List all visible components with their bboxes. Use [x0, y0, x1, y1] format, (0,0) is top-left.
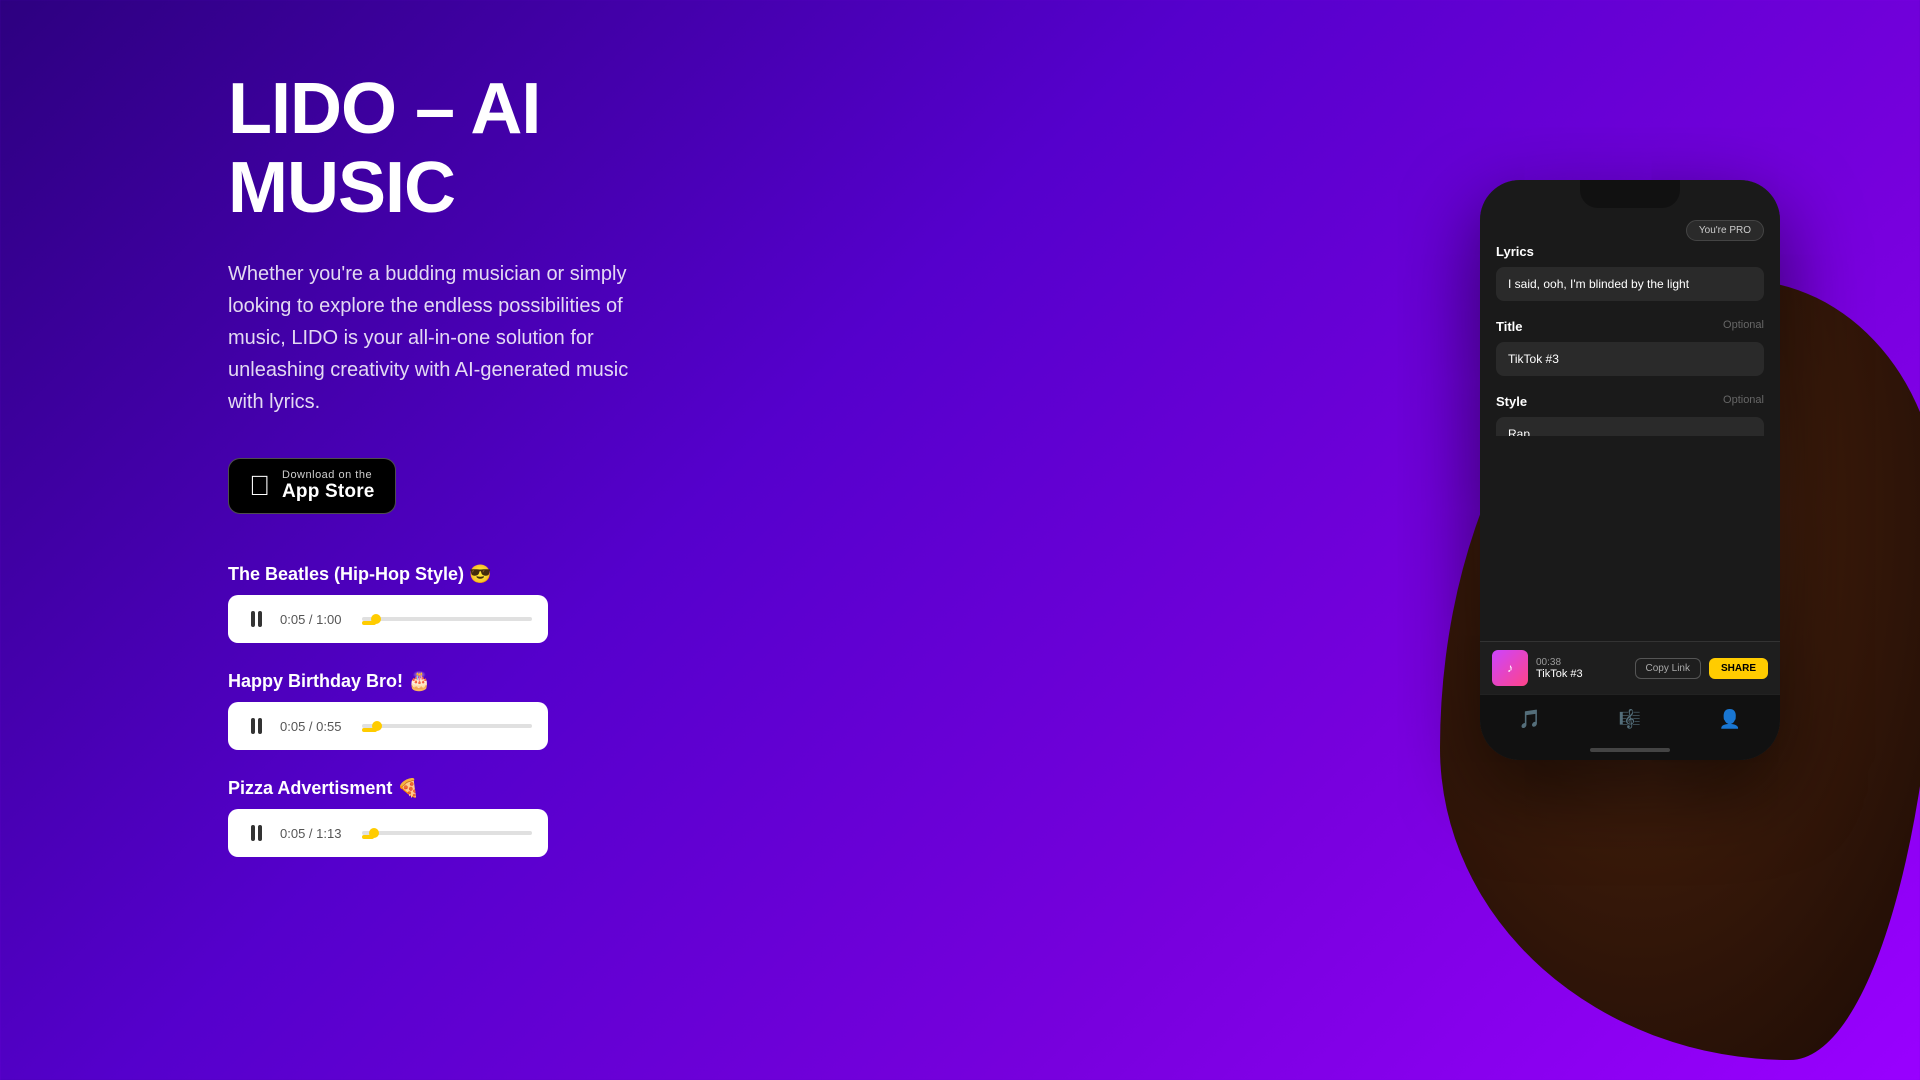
copy-link-button[interactable]: Copy Link — [1635, 658, 1701, 679]
track-progress-2[interactable] — [362, 724, 532, 728]
pause-icon-2 — [251, 718, 262, 734]
app-store-text: Download on the App Store — [282, 469, 375, 503]
title-label: Title Optional — [1496, 319, 1764, 334]
home-bar — [1590, 748, 1670, 752]
track-title-1: The Beatles (Hip-Hop Style) 😎 — [228, 564, 828, 585]
player-track-name: TikTok #3 — [1536, 668, 1627, 680]
style-optional-label: Optional — [1723, 394, 1764, 406]
phone-frame: You're PRO Lyrics Title Optional Style O… — [1480, 180, 1780, 760]
phone-notch — [1580, 180, 1680, 208]
lyrics-label: Lyrics — [1496, 244, 1764, 259]
nav-profile-icon[interactable]: 👤 — [1715, 705, 1745, 734]
pause-icon-3 — [251, 825, 262, 841]
share-button[interactable]: SHARE — [1709, 658, 1768, 679]
player-info: 00:38 TikTok #3 — [1536, 657, 1627, 680]
hero-description: Whether you're a budding musician or sim… — [228, 258, 648, 418]
track-title-2: Happy Birthday Bro! 🎂 — [228, 671, 828, 692]
track-time-3: 0:05 / 1:13 — [280, 826, 350, 841]
track-item-3: Pizza Advertisment 🍕 0:05 / 1:13 — [228, 778, 828, 857]
pause-button-1[interactable] — [244, 607, 268, 631]
apple-icon:  — [249, 470, 270, 502]
track-time-1: 0:05 / 1:00 — [280, 612, 350, 627]
track-item-1: The Beatles (Hip-Hop Style) 😎 0:05 / 1:0… — [228, 564, 828, 643]
pause-button-2[interactable] — [244, 714, 268, 738]
phone-screen: You're PRO Lyrics Title Optional Style O… — [1480, 180, 1780, 760]
phone-area: You're PRO Lyrics Title Optional Style O… — [1140, 80, 1920, 1030]
title-optional-label: Optional — [1723, 319, 1764, 331]
track-time-2: 0:05 / 0:55 — [280, 719, 350, 734]
track-player-3: 0:05 / 1:13 — [228, 809, 548, 857]
track-item-2: Happy Birthday Bro! 🎂 0:05 / 0:55 — [228, 671, 828, 750]
track-player-1: 0:05 / 1:00 — [228, 595, 548, 643]
app-store-button[interactable]:  Download on the App Store — [228, 458, 396, 514]
track-progress-1[interactable] — [362, 617, 532, 621]
pause-button-3[interactable] — [244, 821, 268, 845]
nav-home-icon[interactable]: 🎵 — [1515, 705, 1545, 734]
phone-player-bar: ♪ 00:38 TikTok #3 Copy Link SHARE — [1480, 641, 1780, 694]
phone-bottom-nav: 🎵 🎼 👤 — [1480, 694, 1780, 740]
style-label: Style Optional — [1496, 394, 1764, 409]
left-content: LIDO – AI MUSIC Whether you're a budding… — [228, 70, 828, 885]
player-thumbnail: ♪ — [1492, 650, 1528, 686]
track-player-2: 0:05 / 0:55 — [228, 702, 548, 750]
lyrics-input[interactable] — [1496, 267, 1764, 301]
track-progress-3[interactable] — [362, 831, 532, 835]
phone-home-indicator — [1480, 740, 1780, 760]
style-input[interactable] — [1496, 417, 1764, 436]
nav-library-icon[interactable]: 🎼 — [1615, 705, 1645, 734]
player-time: 00:38 — [1536, 657, 1627, 668]
phone-form-content: Lyrics Title Optional Style Optional Gen… — [1480, 180, 1780, 436]
title-input[interactable] — [1496, 342, 1764, 376]
pro-badge: You're PRO — [1686, 220, 1764, 241]
pause-icon-1 — [251, 611, 262, 627]
hero-title: LIDO – AI MUSIC — [228, 70, 828, 228]
track-title-3: Pizza Advertisment 🍕 — [228, 778, 828, 799]
